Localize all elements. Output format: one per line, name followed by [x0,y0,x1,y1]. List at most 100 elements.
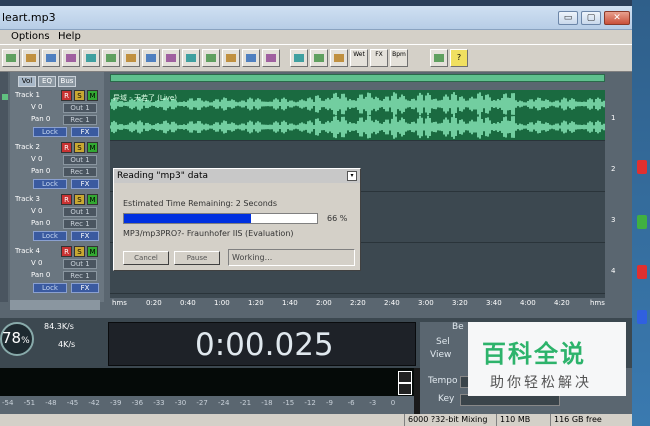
toolbar-tool-icon[interactable] [310,49,328,67]
tab-bus[interactable]: Bus [58,76,76,87]
overview-bar[interactable] [110,74,605,82]
lock-button[interactable]: Lock [33,231,67,241]
desktop-icon[interactable] [637,160,647,174]
track-row: Track 4 RSM V 0 Out 1 Pan 0 Rec 1 Lock FX [13,246,103,296]
db-tick: -27 [196,399,208,407]
pan-value[interactable]: Pan 0 [31,115,59,125]
mute-button[interactable]: M [87,246,98,257]
toolbar-tool-icon[interactable] [2,49,20,67]
timeline-ruler[interactable]: hms 0:20 0:40 1:00 1:20 1:40 2:00 2:20 2:40 3:00 3… [110,298,605,310]
dialog-title: Reading "mp3" data [114,169,360,183]
track-name: Track 2 [15,143,40,151]
toolbar-tool-icon[interactable] [290,49,308,67]
minimize-button[interactable]: ▭ [558,11,578,25]
toolbar-tool-icon[interactable] [202,49,220,67]
toolbar-tool-icon[interactable] [242,49,260,67]
tab-eq[interactable]: EQ [38,76,56,87]
menu-help[interactable]: Help [58,31,81,42]
fx-button[interactable]: FX [71,127,99,137]
record-arm-button[interactable]: R [61,246,72,257]
toolbar-fx-button[interactable]: FX [370,49,388,67]
fx-button[interactable]: FX [71,283,99,293]
toolbar-tool-icon[interactable] [262,49,280,67]
db-tick: -36 [131,399,144,407]
solo-button[interactable]: S [74,142,85,153]
knob-value: 78% [2,329,30,347]
tool-glyph-icon [86,54,96,62]
help-button[interactable]: ? [450,49,468,67]
record-input-button[interactable]: Rec 1 [63,271,97,281]
toolbar-tool-icon[interactable] [430,49,448,67]
toolbar-tool-icon[interactable] [102,49,120,67]
dialog-dropdown-icon[interactable]: ▾ [347,171,357,181]
menu-options[interactable]: Options [11,31,50,42]
close-button[interactable]: ✕ [604,11,630,25]
lock-button[interactable]: Lock [33,179,67,189]
toolbar-tool-icon[interactable] [182,49,200,67]
toolbar-tool-icon[interactable] [330,49,348,67]
db-tick: -54 [2,399,14,407]
fx-button[interactable]: FX [71,231,99,241]
record-input-button[interactable]: Rec 1 [63,115,97,125]
lock-button[interactable]: Lock [33,127,67,137]
track-panel: Vol EQ Bus Track 1RSMV 0 Out 1 Pan 0 Rec 1L… [10,72,104,302]
output-button[interactable]: Out 1 [63,207,97,217]
toolbar-tool-icon[interactable] [162,49,180,67]
record-arm-button[interactable]: R [61,142,72,153]
toolbar-bpm-button[interactable]: Bpm [390,49,408,67]
output-button[interactable]: Out 1 [63,259,97,269]
desktop-icon[interactable] [637,310,647,324]
pan-value[interactable]: Pan 0 [31,219,59,229]
desktop-icon[interactable] [637,265,647,279]
mute-button[interactable]: M [87,194,98,205]
progress-fill [124,214,252,223]
record-arm-button[interactable]: R [61,194,72,205]
toolbar-tool-icon[interactable] [142,49,160,67]
meter-button[interactable] [398,383,412,395]
pan-value[interactable]: Pan 0 [31,167,59,177]
db-tick: -6 [347,399,355,407]
toolbar-tool-icon[interactable] [42,49,60,67]
tool-glyph-icon [294,54,304,62]
output-button[interactable]: Out 1 [63,103,97,113]
record-input-button[interactable]: Rec 1 [63,167,97,177]
solo-button[interactable]: S [74,246,85,257]
volume-value[interactable]: V 0 [31,155,59,165]
volume-value[interactable]: V 0 [31,103,59,113]
mute-button[interactable]: M [87,142,98,153]
toolbar-tool-icon[interactable] [222,49,240,67]
tool-glyph-icon [166,54,176,62]
toolbar-tool-icon[interactable] [22,49,40,67]
toolbar-tool-icon[interactable] [122,49,140,67]
pan-value[interactable]: Pan 0 [31,271,59,281]
solo-button[interactable]: S [74,194,85,205]
desktop-icon[interactable] [637,215,647,229]
mute-button[interactable]: M [87,90,98,101]
volume-value[interactable]: V 0 [31,259,59,269]
lane-number: 2 [611,165,616,173]
toolbar: Wet FX Bpm? [0,44,632,72]
tempo-label: Tempo [428,376,458,386]
record-arm-button[interactable]: R [61,90,72,101]
toolbar-tool-icon[interactable] [62,49,80,67]
volume-value[interactable]: V 0 [31,207,59,217]
pause-button[interactable]: Pause [174,251,220,265]
output-button[interactable]: Out 1 [63,155,97,165]
tool-glyph-icon [106,54,116,62]
maximize-button[interactable]: ▢ [581,11,601,25]
record-input-button[interactable]: Rec 1 [63,219,97,229]
db-tick: -21 [239,399,252,407]
solo-button[interactable]: S [74,90,85,101]
track-panel-scrollbar[interactable] [10,300,100,310]
db-tick: -24 [218,399,230,407]
toolbar-tool-icon[interactable] [82,49,100,67]
fx-button[interactable]: FX [71,179,99,189]
meter-button[interactable] [398,371,412,383]
cancel-button[interactable]: Cancel [123,251,169,265]
lock-button[interactable]: Lock [33,283,67,293]
progress-bar [123,213,318,224]
toolbar-wet-button[interactable]: Wet [350,49,368,67]
waveform [109,92,605,139]
lane-1[interactable]: 异域 - 天若了 (Live) [109,90,605,141]
tab-vol[interactable]: Vol [18,76,36,87]
